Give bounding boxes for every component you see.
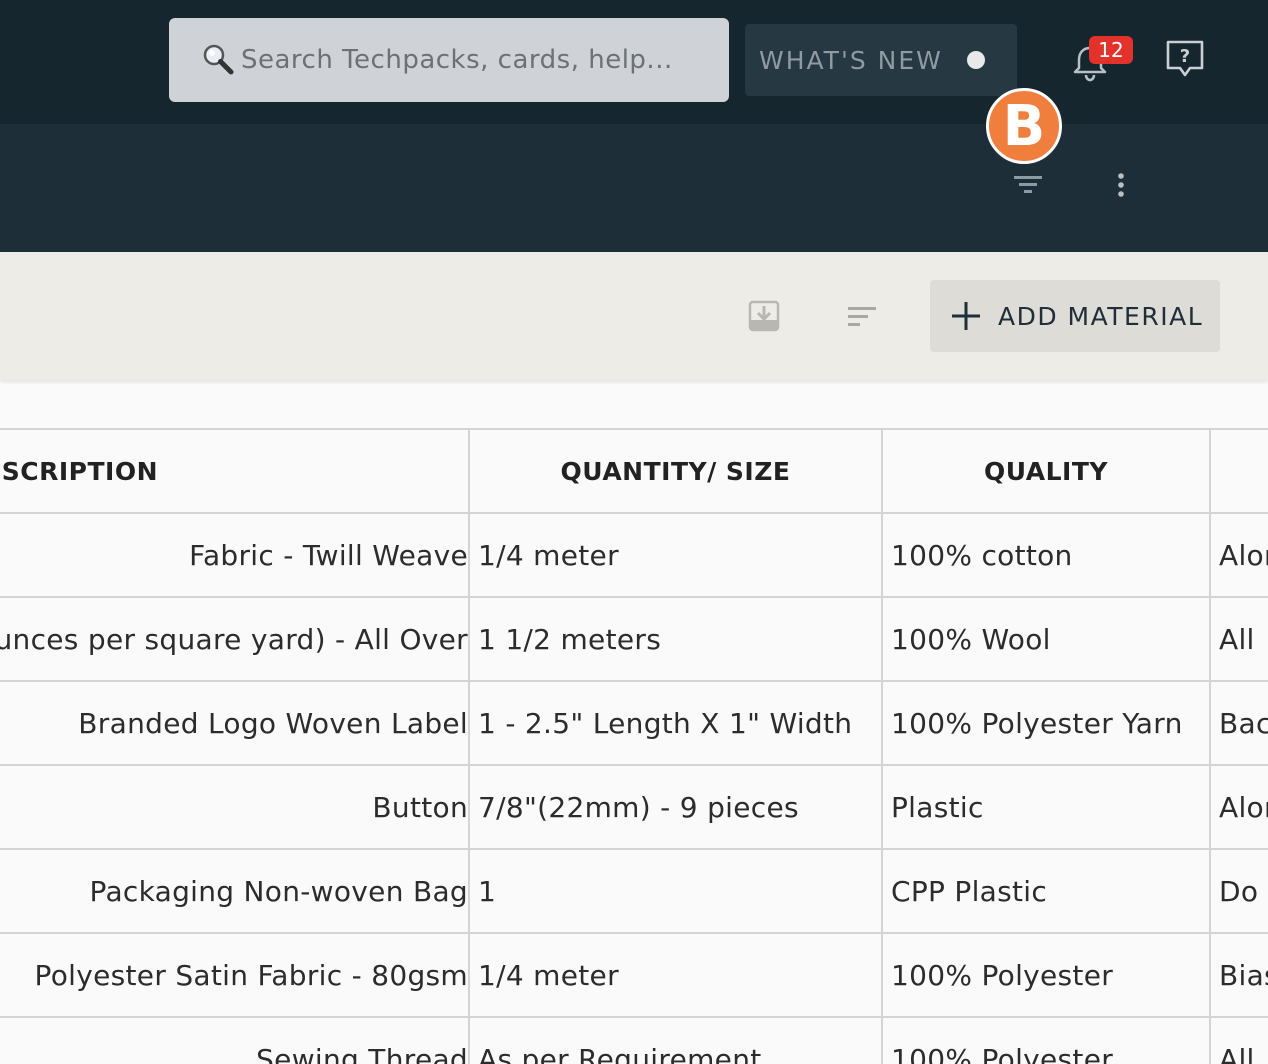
table-row[interactable]: Wool Fabric (ounces per square yard) - A… xyxy=(0,596,1268,682)
cell-description: Wool Fabric (ounces per square yard) - A… xyxy=(0,596,470,682)
materials-table-viewport: DESCRIPTION QUANTITY/ SIZE QUALITY Fabri… xyxy=(0,428,1268,1064)
cell-quality: 100% Wool xyxy=(881,596,1211,682)
cell-quality: 100% Polyester xyxy=(881,932,1211,1018)
cell-quantity-size: 7/8"(22mm) - 9 pieces xyxy=(468,764,883,850)
cell-placement: Back xyxy=(1209,680,1268,766)
cell-quality: 100% Polyester xyxy=(881,1016,1211,1064)
user-avatar[interactable]: B xyxy=(986,88,1062,164)
magnifier-icon xyxy=(203,44,234,75)
cell-description: Packaging Non-woven Bag xyxy=(0,848,470,934)
cell-quantity-size: 1 xyxy=(468,848,883,934)
cell-quality: Plastic xyxy=(881,764,1211,850)
table-row[interactable]: Fabric - Twill Weave 1/4 meter 100% cott… xyxy=(0,512,1268,598)
cell-placement: All xyxy=(1209,596,1268,682)
cell-description: Button xyxy=(0,764,470,850)
cell-description: Fabric - Twill Weave xyxy=(0,512,470,598)
cell-placement: All xyxy=(1209,1016,1268,1064)
global-search[interactable] xyxy=(169,18,729,102)
cell-placement: Along xyxy=(1209,764,1268,850)
column-header-next[interactable] xyxy=(1209,428,1268,514)
column-header-quality[interactable]: QUALITY xyxy=(881,428,1211,514)
table-row[interactable]: Branded Logo Woven Label 1 - 2.5" Length… xyxy=(0,680,1268,766)
cell-quantity-size: 1/4 meter xyxy=(468,512,883,598)
search-input[interactable] xyxy=(239,44,729,76)
whats-new-button[interactable]: WHAT'S NEW xyxy=(745,24,1017,96)
column-header-description[interactable]: DESCRIPTION xyxy=(0,428,470,514)
add-material-label: ADD MATERIAL xyxy=(998,301,1204,331)
cell-placement: Do xyxy=(1209,848,1268,934)
materials-table: DESCRIPTION QUANTITY/ SIZE QUALITY Fabri… xyxy=(0,428,1268,1064)
secondary-toolbar xyxy=(0,124,1268,252)
cell-quality: 100% cotton xyxy=(881,512,1211,598)
add-material-button[interactable]: ADD MATERIAL xyxy=(930,280,1220,352)
cell-quantity-size: 1 1/2 meters xyxy=(468,596,883,682)
table-row[interactable]: Sewing Thread As per Requirement 100% Po… xyxy=(0,1016,1268,1064)
cell-description: Polyester Satin Fabric - 80gsm xyxy=(0,932,470,1018)
filter-icon[interactable] xyxy=(1010,170,1046,200)
column-header-quantity-size[interactable]: QUANTITY/ SIZE xyxy=(468,428,883,514)
cell-placement: Bias xyxy=(1209,932,1268,1018)
table-row[interactable]: Packaging Non-woven Bag 1 CPP Plastic Do xyxy=(0,848,1268,934)
top-navigation-bar: WHAT'S NEW 12 ? xyxy=(0,0,1268,124)
download-tray-icon[interactable] xyxy=(746,298,782,334)
cell-quantity-size: 1/4 meter xyxy=(468,932,883,1018)
cell-description: Branded Logo Woven Label xyxy=(0,680,470,766)
cell-placement: Along xyxy=(1209,512,1268,598)
sort-lines-icon[interactable] xyxy=(844,302,880,332)
help-chat-icon[interactable]: ? xyxy=(1164,38,1206,80)
whats-new-indicator-dot xyxy=(966,51,985,69)
cell-quantity-size: As per Requirement xyxy=(468,1016,883,1064)
table-header-row: DESCRIPTION QUANTITY/ SIZE QUALITY xyxy=(0,428,1268,514)
svg-text:?: ? xyxy=(1180,46,1190,67)
more-vertical-icon[interactable] xyxy=(1110,168,1132,202)
table-row[interactable]: Button 7/8"(22mm) - 9 pieces Plastic Alo… xyxy=(0,764,1268,850)
whats-new-label: WHAT'S NEW xyxy=(759,45,943,75)
cell-quantity-size: 1 - 2.5" Length X 1" Width xyxy=(468,680,883,766)
table-row[interactable]: Polyester Satin Fabric - 80gsm 1/4 meter… xyxy=(0,932,1268,1018)
cell-quality: 100% Polyester Yarn xyxy=(881,680,1211,766)
cell-description: Sewing Thread xyxy=(0,1016,470,1064)
materials-toolbar: ADD MATERIAL xyxy=(0,252,1268,380)
plus-icon xyxy=(952,302,980,330)
cell-quality: CPP Plastic xyxy=(881,848,1211,934)
notification-count-badge: 12 xyxy=(1089,36,1133,64)
